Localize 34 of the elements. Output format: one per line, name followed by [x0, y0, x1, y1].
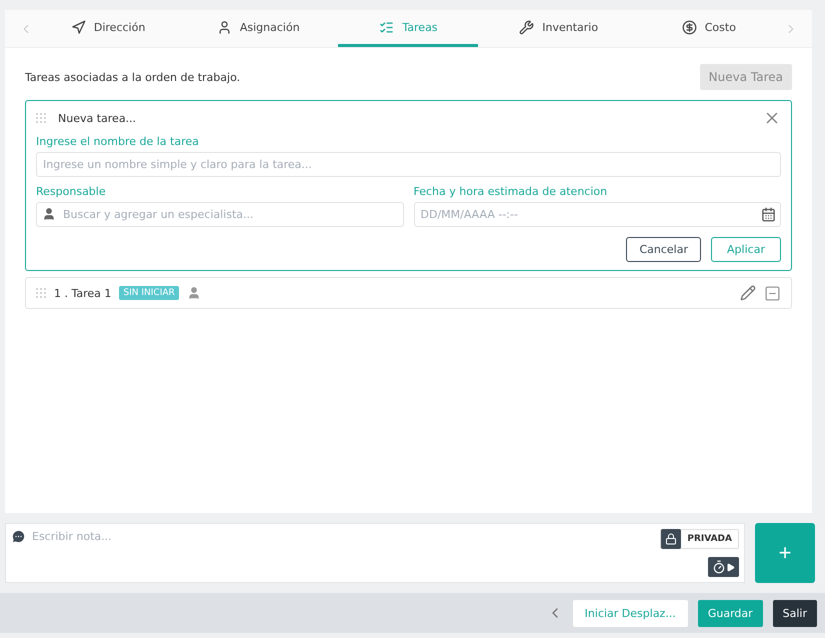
responsible-field[interactable]: Buscar y agregar un especialista...: [36, 202, 404, 227]
field-label: Fecha y hora estimada de atencion: [414, 185, 608, 198]
stopwatch-icon: [712, 560, 726, 574]
remove-icon[interactable]: [764, 284, 781, 302]
drag-handle-icon[interactable]: [36, 288, 46, 298]
calendar-icon[interactable]: [761, 207, 776, 222]
intro-text: Tareas asociadas a la orden de trabajo.: [25, 70, 240, 84]
tab[interactable]: Costo: [638, 10, 779, 47]
date-field[interactable]: DD/MM/AAAA --:--: [414, 202, 781, 227]
checklist-icon: [379, 20, 394, 34]
person-icon: [216, 20, 232, 34]
privacy-toggle[interactable]: PRIVADA: [660, 529, 739, 549]
tab[interactable]: Inventario: [488, 10, 629, 47]
tab[interactable]: Dirección: [38, 10, 178, 47]
field-label: Ingrese el nombre de la tarea: [36, 135, 200, 148]
exit-button[interactable]: Salir: [772, 600, 817, 626]
cancel-button[interactable]: Cancelar: [626, 237, 701, 262]
timer-button[interactable]: [708, 557, 739, 577]
edit-icon[interactable]: [740, 285, 756, 301]
tab[interactable]: Asignación: [188, 10, 328, 47]
task-title: 1 . Tarea 1: [54, 286, 112, 300]
field-label: Responsable: [36, 185, 107, 198]
chat-icon: [11, 529, 26, 544]
dollar-coin-icon: [682, 20, 697, 34]
form-title: Nueva tarea...: [58, 112, 136, 124]
play-icon: [726, 562, 735, 572]
person-icon: [186, 286, 201, 300]
wrench-icon: [519, 20, 534, 34]
person-icon: [42, 207, 56, 221]
lock-icon: [665, 533, 678, 545]
drag-handle-icon[interactable]: [36, 113, 46, 123]
status-badge: SIN INICIAR: [119, 286, 179, 300]
navigation-icon: [70, 20, 86, 34]
task-name-field[interactable]: Ingrese un nombre simple y claro para la tarea...: [36, 152, 781, 177]
